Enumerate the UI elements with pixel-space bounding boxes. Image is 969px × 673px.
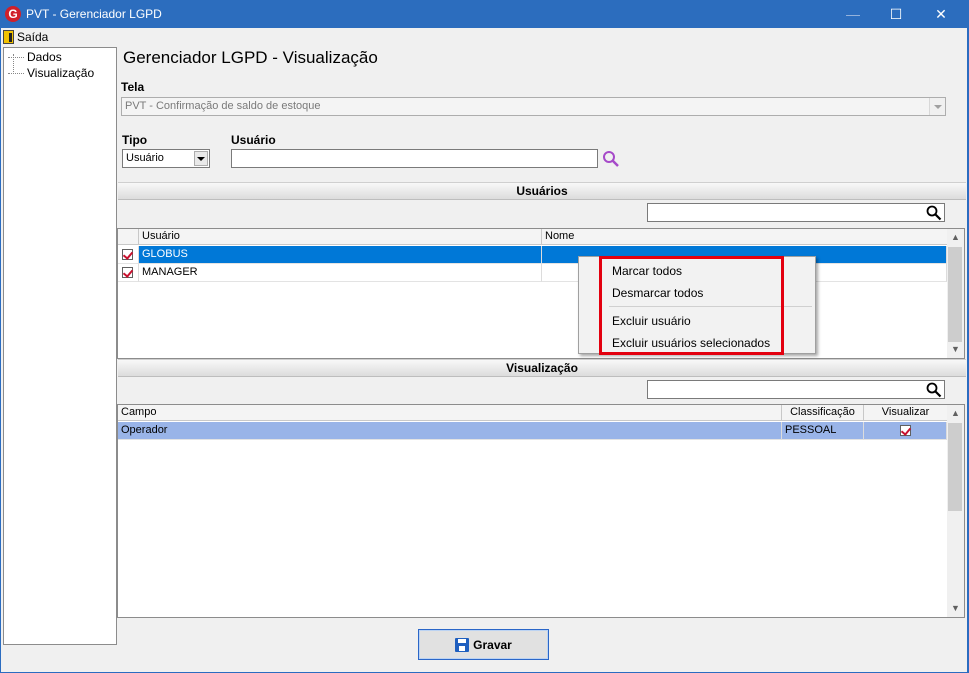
magnifier-icon[interactable] — [926, 382, 942, 398]
tipo-label: Tipo — [122, 133, 148, 147]
cell-classificacao: PESSOAL — [782, 422, 864, 440]
app-window: G PVT - Gerenciador LGPD — ☐ ✕ Saída Dad… — [0, 0, 969, 673]
close-button[interactable]: ✕ — [918, 0, 964, 28]
scroll-up-arrow-icon[interactable]: ▲ — [947, 229, 964, 246]
usuarios-scrollbar[interactable]: ▲ ▼ — [947, 229, 964, 358]
table-row[interactable]: Operador PESSOAL — [118, 422, 947, 440]
header-usuario[interactable]: Usuário — [139, 229, 542, 245]
scroll-thumb[interactable] — [948, 423, 962, 511]
table-row[interactable]: MANAGER — [118, 264, 947, 282]
usuarios-grid-header: Usuário Nome — [118, 229, 947, 245]
client-area: Saída Dados Visualização Gerenciador LGP… — [1, 28, 967, 672]
tela-select-value: PVT - Confirmação de saldo de estoque — [125, 100, 321, 112]
tipo-select-value: Usuário — [126, 152, 164, 164]
scroll-down-arrow-icon[interactable]: ▼ — [947, 341, 964, 358]
usuario-label: Usuário — [231, 133, 276, 147]
row-check-cell[interactable] — [118, 246, 139, 264]
tree-item-dados[interactable]: Dados — [8, 50, 62, 64]
tree-item-label: Visualização — [27, 66, 95, 80]
header-check-column — [118, 229, 139, 245]
page-title: Gerenciador LGPD - Visualização — [123, 48, 378, 67]
tela-label: Tela — [121, 80, 145, 94]
window-title: PVT - Gerenciador LGPD — [26, 7, 162, 21]
save-button[interactable]: Gravar — [418, 629, 549, 660]
maximize-button[interactable]: ☐ — [873, 0, 919, 28]
save-button-label: Gravar — [473, 637, 512, 652]
usuarios-filter-input[interactable] — [647, 203, 945, 222]
tipo-select[interactable]: Usuário — [122, 149, 210, 168]
row-checkbox[interactable] — [122, 249, 133, 260]
tela-dropdown-arrow — [929, 98, 945, 115]
usuarios-grid: Usuário Nome GLOBUS MANAGER ▲ ▼ — [117, 228, 965, 359]
row-checkbox[interactable] — [122, 267, 133, 278]
scroll-thumb[interactable] — [948, 247, 962, 342]
tree-item-label: Dados — [27, 50, 62, 64]
app-logo-icon: G — [5, 6, 21, 22]
floppy-disk-icon — [455, 637, 470, 652]
tela-select: PVT - Confirmação de saldo de estoque — [121, 97, 946, 116]
chevron-down-icon — [934, 105, 942, 109]
cell-visualizar[interactable] — [864, 422, 947, 440]
row-check-cell[interactable] — [118, 264, 139, 282]
menu-exit[interactable]: Saída — [3, 29, 48, 45]
usuarios-section-header: Usuários — [118, 182, 966, 200]
visualizacao-filter-input[interactable] — [647, 380, 945, 399]
visualizacao-grid: Campo Classificação Visualizar Operador … — [117, 404, 965, 618]
menu-exit-label: Saída — [17, 30, 49, 44]
menu-bar: Saída — [1, 28, 967, 46]
header-campo[interactable]: Campo — [118, 405, 782, 421]
title-bar[interactable]: G PVT - Gerenciador LGPD — ☐ ✕ — [0, 0, 969, 28]
cell-usuario: MANAGER — [139, 264, 542, 282]
header-classificacao[interactable]: Classificação — [782, 405, 864, 421]
door-exit-icon — [3, 30, 14, 44]
tipo-dropdown-button[interactable] — [194, 151, 208, 166]
search-icon[interactable] — [602, 150, 620, 168]
highlight-box — [599, 256, 784, 355]
visualizacao-section-header: Visualização — [118, 359, 966, 377]
visualizar-checkbox[interactable] — [900, 425, 911, 436]
context-menu: Marcar todos Desmarcar todos Excluir usu… — [578, 256, 816, 355]
scroll-down-arrow-icon[interactable]: ▼ — [947, 600, 964, 617]
cell-usuario: GLOBUS — [139, 246, 542, 264]
scroll-up-arrow-icon[interactable]: ▲ — [947, 405, 964, 422]
minimize-button[interactable]: — — [830, 0, 876, 28]
tree-item-visualizacao[interactable]: Visualização — [8, 66, 94, 80]
table-row[interactable]: GLOBUS — [118, 246, 947, 264]
header-nome[interactable]: Nome — [542, 229, 947, 245]
visualizacao-grid-header: Campo Classificação Visualizar — [118, 405, 947, 421]
header-visualizar[interactable]: Visualizar — [864, 405, 947, 421]
usuario-input[interactable] — [231, 149, 598, 168]
cell-campo: Operador — [118, 422, 782, 440]
navigation-tree: Dados Visualização — [3, 47, 117, 645]
magnifier-icon[interactable] — [926, 205, 942, 221]
visualizacao-scrollbar[interactable]: ▲ ▼ — [947, 405, 964, 617]
chevron-down-icon — [197, 157, 205, 161]
